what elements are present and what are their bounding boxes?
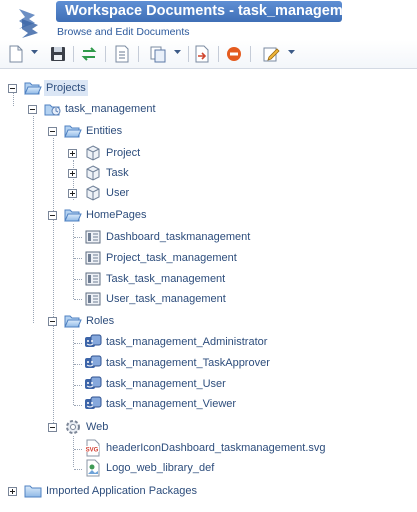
tree-label: Entities bbox=[86, 125, 123, 137]
folder-icon bbox=[24, 485, 42, 498]
tree-label: Logo_web_library_def bbox=[106, 462, 215, 474]
tree-label: Task bbox=[106, 167, 129, 179]
role-masks-icon bbox=[85, 396, 102, 409]
chevron-down-icon[interactable] bbox=[31, 50, 38, 55]
delete-icon[interactable] bbox=[225, 44, 243, 64]
folder-open-icon bbox=[24, 82, 42, 95]
role-masks-icon bbox=[85, 376, 102, 389]
tree-label: HomePages bbox=[86, 209, 147, 221]
homepage-layout-icon bbox=[85, 251, 101, 265]
project-icon bbox=[44, 104, 61, 116]
chevron-down-icon[interactable] bbox=[174, 50, 181, 55]
save-icon[interactable] bbox=[49, 44, 67, 64]
toolbar bbox=[0, 40, 417, 69]
copy-icon[interactable] bbox=[149, 44, 167, 64]
homepage-layout-icon bbox=[85, 292, 101, 306]
tree-label: Task_task_management bbox=[106, 273, 226, 285]
svg-file-icon: SVG bbox=[85, 439, 100, 457]
tree-label: task_management bbox=[65, 103, 156, 115]
toolbar-divider bbox=[188, 46, 189, 62]
expand-toggle[interactable] bbox=[68, 189, 77, 198]
role-masks-icon bbox=[85, 355, 102, 368]
app-logo-icon bbox=[19, 9, 38, 38]
toolbar-divider bbox=[138, 46, 139, 62]
tree-label: Imported Application Packages bbox=[46, 485, 198, 497]
tree-label: Dashboard_taskmanagement bbox=[106, 231, 251, 243]
svg-text:SVG: SVG bbox=[86, 448, 99, 454]
role-masks-icon bbox=[85, 334, 102, 347]
tree-label: User bbox=[106, 187, 130, 199]
expand-toggle[interactable] bbox=[68, 149, 77, 158]
homepage-layout-icon bbox=[85, 272, 101, 286]
tree-label: Project_task_management bbox=[106, 252, 237, 264]
header: Workspace Documents - task_management Br… bbox=[0, 0, 417, 40]
entity-cube-icon bbox=[86, 145, 100, 161]
page-subtitle: Browse and Edit Documents bbox=[57, 26, 190, 38]
tree-label: Projects bbox=[44, 80, 88, 96]
expand-toggle[interactable] bbox=[8, 487, 17, 496]
tree-label: task_management_TaskApprover bbox=[106, 357, 270, 369]
document-icon[interactable] bbox=[114, 44, 130, 64]
tree-label: User_task_management bbox=[106, 293, 226, 305]
expand-toggle[interactable] bbox=[68, 169, 77, 178]
page-title: Workspace Documents - task_management bbox=[56, 1, 365, 22]
tree-label: task_management_Viewer bbox=[106, 398, 237, 410]
toolbar-divider bbox=[73, 46, 74, 62]
homepage-layout-icon bbox=[85, 230, 101, 244]
export-icon[interactable] bbox=[194, 44, 210, 64]
tree-label: task_management_User bbox=[106, 378, 226, 390]
collapse-toggle[interactable] bbox=[8, 84, 17, 93]
toolbar-divider bbox=[218, 46, 219, 62]
folder-open-icon bbox=[64, 209, 82, 222]
collapse-toggle[interactable] bbox=[48, 317, 57, 326]
collapse-toggle[interactable] bbox=[28, 105, 37, 114]
entity-cube-icon bbox=[86, 165, 100, 181]
image-file-icon bbox=[86, 459, 100, 477]
document-tree: Projects task_management Entities Projec… bbox=[0, 76, 417, 512]
entity-cube-icon bbox=[86, 185, 100, 201]
edit-icon[interactable] bbox=[262, 44, 280, 64]
tree-label: Project bbox=[106, 147, 141, 159]
tree-label: task_management_Administrator bbox=[106, 336, 268, 348]
new-document-icon[interactable] bbox=[8, 44, 24, 64]
tree-label: Web bbox=[86, 421, 109, 433]
folder-open-icon bbox=[64, 315, 82, 328]
folder-open-icon bbox=[64, 125, 82, 138]
tree-label: Roles bbox=[86, 315, 115, 327]
collapse-toggle[interactable] bbox=[48, 127, 57, 136]
toolbar-divider bbox=[250, 46, 251, 62]
collapse-toggle[interactable] bbox=[48, 423, 57, 432]
tree-label: headerIconDashboard_taskmanagement.svg bbox=[106, 442, 326, 454]
chevron-down-icon[interactable] bbox=[288, 50, 295, 55]
web-gear-icon bbox=[66, 420, 80, 434]
swap-icon[interactable] bbox=[80, 44, 98, 64]
collapse-toggle[interactable] bbox=[48, 211, 57, 220]
toolbar-divider bbox=[105, 46, 106, 62]
